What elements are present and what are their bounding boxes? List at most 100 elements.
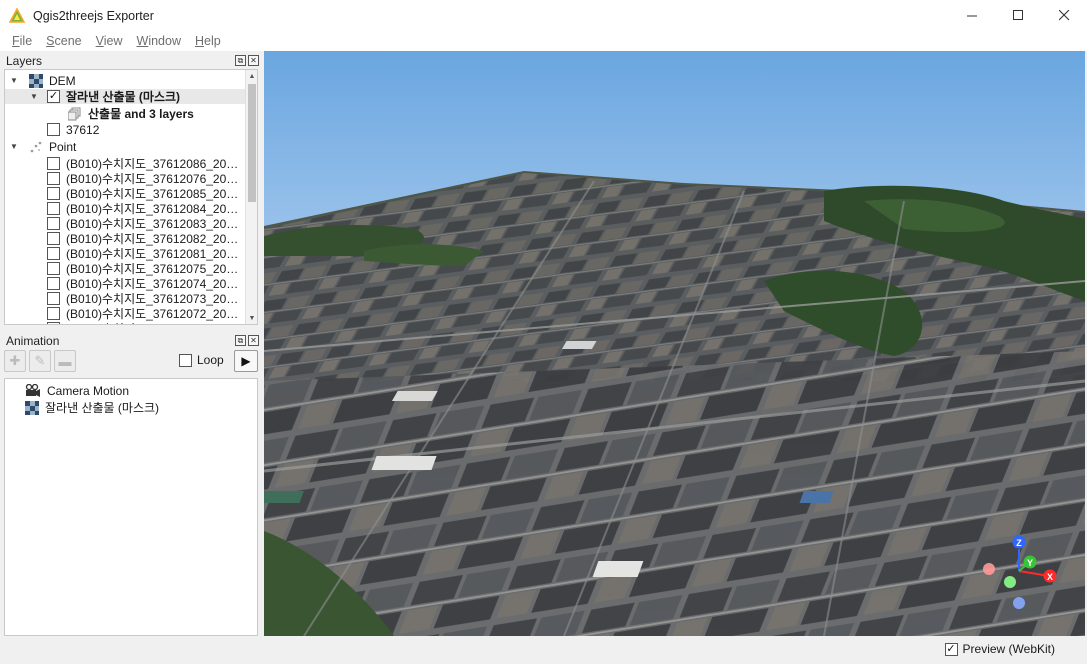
layer-37612-label: 37612 bbox=[66, 122, 100, 137]
point-layer-checkbox[interactable] bbox=[47, 322, 60, 324]
point-layer-row[interactable]: (B010)수치지도_37612074_20… bbox=[47, 276, 238, 291]
menu-view[interactable]: View bbox=[88, 34, 129, 48]
qgis2threejs-triangle-icon bbox=[9, 7, 25, 23]
tree-row-point[interactable]: ▼ Point bbox=[9, 139, 76, 154]
preview-toggle[interactable]: ✓ Preview (WebKit) bbox=[944, 642, 1055, 656]
maximize-button[interactable] bbox=[995, 0, 1041, 31]
camera-icon bbox=[25, 383, 40, 397]
tree-row-dem[interactable]: ▼ DEM bbox=[9, 73, 76, 88]
menu-window[interactable]: Window bbox=[129, 34, 187, 48]
axis-z-label: Z bbox=[1016, 538, 1022, 548]
pencil-icon: ✎ bbox=[34, 353, 46, 368]
chevron-down-icon[interactable]: ▼ bbox=[9, 142, 19, 152]
preview-checkbox[interactable]: ✓ bbox=[944, 642, 958, 656]
layers-float-button[interactable]: ⧉ bbox=[235, 55, 246, 66]
point-layer-checkbox[interactable] bbox=[47, 277, 60, 290]
loop-label: Loop bbox=[197, 353, 224, 367]
checkmark-icon: ✓ bbox=[946, 642, 956, 655]
point-layer-checkbox[interactable] bbox=[47, 202, 60, 215]
checkmark-icon: ✓ bbox=[48, 90, 59, 102]
dem-layer-icon bbox=[29, 73, 43, 88]
menu-file[interactable]: File bbox=[4, 34, 38, 48]
point-label: Point bbox=[49, 139, 77, 154]
dem-label: DEM bbox=[49, 73, 76, 88]
point-layer-checkbox[interactable] bbox=[47, 247, 60, 260]
anim-row-dem[interactable]: 잘라낸 산출물 (마스크) bbox=[25, 399, 159, 416]
layers-close-button[interactable]: ✕ bbox=[248, 55, 259, 66]
scroll-down-icon[interactable]: ▼ bbox=[246, 312, 257, 324]
chevron-down-icon[interactable]: ▼ bbox=[9, 76, 19, 86]
remove-icon: ▬ bbox=[58, 353, 72, 369]
point-layer-row[interactable]: (B010)수치지도_37612071_20… bbox=[47, 320, 238, 324]
maximize-icon bbox=[1012, 10, 1023, 20]
title-bar: Qgis2threejs Exporter bbox=[0, 0, 1087, 31]
tree-row-dem-sublayers[interactable]: 산출물 and 3 layers bbox=[68, 106, 194, 121]
point-layer-checkbox[interactable] bbox=[47, 292, 60, 305]
point-layer-row[interactable]: (B010)수치지도_37612072_20… bbox=[47, 306, 238, 321]
layers-tree[interactable]: ▼ DEM ▼ ✓ 잘라낸 산출물 (마스크) 산출물 and 3 layers… bbox=[4, 69, 258, 325]
point-layer-checkbox[interactable] bbox=[47, 172, 60, 185]
minimize-button[interactable] bbox=[949, 0, 995, 31]
layers-panel-header: Layers ⧉ ✕ bbox=[0, 52, 262, 70]
point-layer-checkbox[interactable] bbox=[47, 217, 60, 230]
edit-keyframe-button[interactable]: ✎ bbox=[29, 350, 51, 372]
close-button[interactable] bbox=[1041, 0, 1087, 31]
point-layer-checkbox[interactable] bbox=[47, 187, 60, 200]
point-layer-row[interactable]: (B010)수치지도_37612084_20… bbox=[47, 201, 238, 216]
point-layer-checkbox[interactable] bbox=[47, 262, 60, 275]
dem-child-checkbox[interactable]: ✓ bbox=[47, 90, 60, 103]
menu-bar: File Scene View Window Help bbox=[0, 31, 1087, 51]
close-icon: ✕ bbox=[250, 335, 257, 345]
point-layer-row[interactable]: (B010)수치지도_37612073_20… bbox=[47, 291, 238, 306]
add-icon: ✚ bbox=[9, 353, 21, 368]
close-icon bbox=[1058, 10, 1069, 21]
terrain-render: Z Y X bbox=[264, 51, 1085, 636]
tree-row-dem-child[interactable]: ▼ ✓ 잘라낸 산출물 (마스크) bbox=[5, 89, 246, 104]
layers-stack-icon bbox=[68, 107, 81, 120]
point-layer-row[interactable]: (B010)수치지도_37612076_20… bbox=[47, 171, 238, 186]
point-layer-row[interactable]: (B010)수치지도_37612075_20… bbox=[47, 261, 238, 276]
tree-row-37612[interactable]: 37612 bbox=[47, 122, 99, 137]
menu-help[interactable]: Help bbox=[187, 34, 227, 48]
animation-panel-title: Animation bbox=[6, 334, 60, 348]
layers-scrollbar[interactable]: ▲ ▼ bbox=[245, 70, 257, 324]
remove-keyframe-button[interactable]: ▬ bbox=[54, 350, 76, 372]
3d-viewport[interactable]: Z Y X bbox=[264, 51, 1085, 636]
loop-toggle[interactable]: Loop bbox=[179, 353, 224, 367]
point-layer-row[interactable]: (B010)수치지도_37612083_20… bbox=[47, 216, 238, 231]
animation-tree[interactable]: Camera Motion 잘라낸 산출물 (마스크) bbox=[4, 378, 258, 636]
chevron-down-icon[interactable]: ▼ bbox=[29, 92, 39, 102]
point-layer-row[interactable]: (B010)수치지도_37612086_20… bbox=[47, 156, 238, 171]
axis-y-label: Y bbox=[1027, 558, 1033, 568]
layers-panel-title: Layers bbox=[6, 54, 43, 68]
axis-x-label: X bbox=[1047, 572, 1053, 582]
dem-sublayers-label: 산출물 and 3 layers bbox=[88, 107, 194, 121]
point-layer-row[interactable]: (B010)수치지도_37612085_20… bbox=[47, 186, 238, 201]
point-layer-row[interactable]: (B010)수치지도_37612082_20… bbox=[47, 231, 238, 246]
float-icon: ⧉ bbox=[237, 55, 244, 65]
animation-toolbar: ✚ ✎ ▬ Loop ▶ bbox=[4, 349, 258, 375]
scroll-thumb[interactable] bbox=[248, 84, 256, 202]
point-layer-row[interactable]: (B010)수치지도_37612081_20… bbox=[47, 246, 238, 261]
scroll-up-icon[interactable]: ▲ bbox=[246, 70, 257, 82]
anim-row-camera[interactable]: Camera Motion bbox=[25, 382, 129, 399]
point-layer-checkbox[interactable] bbox=[47, 232, 60, 245]
loop-checkbox[interactable] bbox=[179, 353, 192, 367]
point-layer-icon bbox=[30, 141, 42, 152]
window-title: Qgis2threejs Exporter bbox=[33, 8, 154, 23]
add-keyframe-button[interactable]: ✚ bbox=[4, 350, 26, 372]
status-bar: ✓ Preview (WebKit) bbox=[0, 638, 1087, 664]
point-layer-label: (B010)수치지도_37612071_20… bbox=[66, 320, 238, 324]
animation-close-button[interactable]: ✕ bbox=[248, 335, 259, 346]
preview-label: Preview (WebKit) bbox=[962, 642, 1055, 656]
camera-motion-label: Camera Motion bbox=[47, 383, 130, 398]
dem-layer-icon bbox=[25, 400, 39, 415]
minimize-icon bbox=[966, 15, 977, 17]
menu-scene[interactable]: Scene bbox=[38, 34, 87, 48]
play-button[interactable]: ▶ bbox=[234, 350, 258, 372]
layer-37612-checkbox[interactable] bbox=[47, 123, 60, 136]
point-layer-checkbox[interactable] bbox=[47, 307, 60, 320]
play-icon: ▶ bbox=[241, 354, 251, 368]
point-layer-checkbox[interactable] bbox=[47, 157, 60, 170]
animation-float-button[interactable]: ⧉ bbox=[235, 335, 246, 346]
